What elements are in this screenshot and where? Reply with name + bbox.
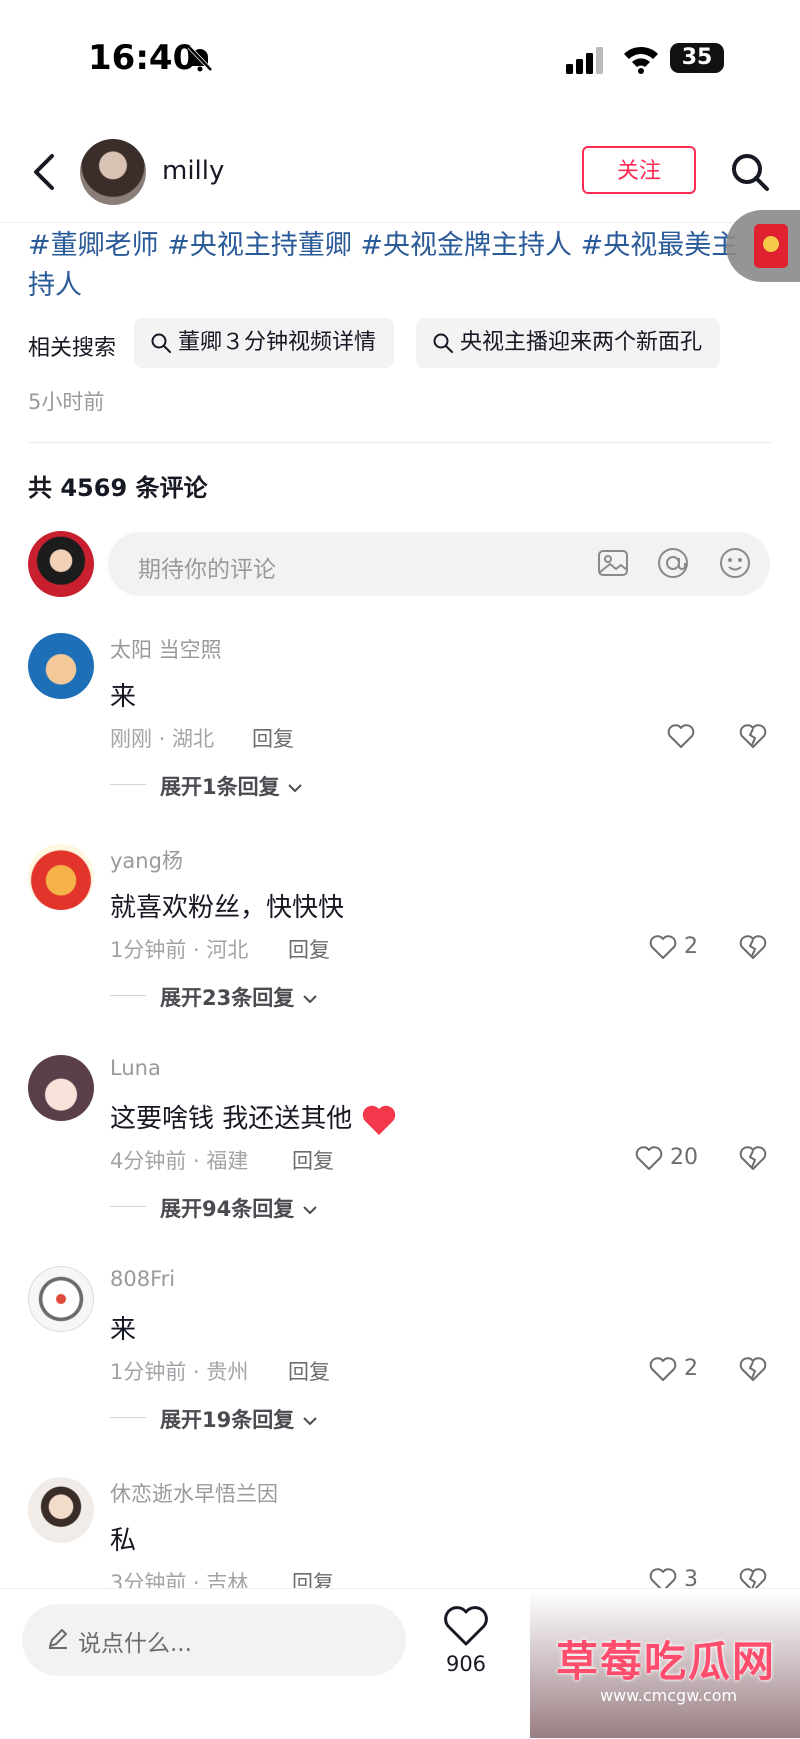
expand-replies-label: 展开23条回复 [160, 986, 295, 1010]
expand-replies-label: 展开19条回复 [160, 1408, 295, 1432]
signal-icon [566, 47, 603, 74]
related-search-label: 相关搜索 [28, 336, 117, 361]
broken-heart-icon[interactable] [738, 1354, 768, 1384]
section-divider [28, 442, 772, 443]
expand-replies-label: 展开94条回复 [160, 1197, 295, 1221]
my-avatar [28, 531, 94, 597]
watermark-url: www.cmcgw.com [600, 1686, 738, 1705]
like-count: 2 [684, 934, 698, 959]
expand-replies-label: 展开1条回复 [160, 775, 280, 799]
commenter-avatar[interactable] [28, 844, 94, 910]
commenter-name[interactable]: yang杨 [110, 845, 183, 875]
chevron-down-icon [302, 995, 317, 1004]
reply-button[interactable]: 回复 [288, 1356, 330, 1386]
commenter-avatar[interactable] [28, 1055, 94, 1121]
commenter-avatar[interactable] [28, 1266, 94, 1332]
expand-divider [110, 784, 146, 785]
comment-input-placeholder: 期待你的评论 [138, 557, 276, 583]
comment-text-content: 这要啥钱 我还送其他 [110, 1104, 353, 1134]
heart-icon[interactable] [634, 1143, 664, 1173]
heart-icon[interactable] [666, 721, 696, 751]
post-like-count: 906 [445, 1652, 487, 1676]
follow-button[interactable]: 关注 [582, 146, 696, 194]
author-avatar[interactable] [80, 139, 146, 205]
chevron-down-icon [302, 1206, 317, 1215]
chevron-down-icon [288, 784, 302, 793]
comment-meta: 1分钟前 · 贵州 [110, 1360, 249, 1384]
at-icon[interactable] [656, 546, 690, 580]
commenter-name[interactable]: Luna [110, 1056, 161, 1080]
bell-slash-icon [187, 45, 213, 72]
back-icon[interactable] [26, 150, 62, 194]
related-search-chip[interactable]: 董卿３分钟视频详情 [134, 318, 395, 368]
related-search-text: 央视主播迎来两个新面孔 [460, 330, 703, 355]
commenter-avatar[interactable] [28, 1477, 94, 1543]
expand-replies-button[interactable]: 展开23条回复 [160, 982, 318, 1012]
comment-text: 就喜欢粉丝，快快快 [110, 893, 345, 923]
comment-meta: 刚刚 · 湖北 [110, 727, 215, 751]
expand-replies-button[interactable]: 展开94条回复 [160, 1193, 318, 1223]
image-icon[interactable] [596, 546, 630, 580]
expand-divider [110, 1417, 146, 1418]
heart-icon[interactable] [442, 1604, 490, 1648]
expand-replies-button[interactable]: 展开19条回复 [160, 1404, 318, 1434]
emoji-icon[interactable] [718, 546, 752, 580]
post-hashtags[interactable]: #董卿老师 #央视主持董卿 #央视金牌主持人 #央视最美主持人 [28, 226, 748, 306]
related-search-text: 董卿３分钟视频详情 [178, 330, 377, 355]
red-heart-emoji-icon [362, 1105, 395, 1135]
reply-button[interactable]: 回复 [288, 934, 330, 964]
expand-divider [110, 995, 146, 996]
comment-text: 来 [110, 1315, 137, 1345]
comment-count: 共 4569 条评论 [28, 474, 208, 502]
commenter-name[interactable]: 休恋逝水早悟兰因 [110, 1478, 278, 1508]
expand-divider [110, 1206, 146, 1207]
author-name[interactable]: milly [162, 156, 224, 186]
wifi-icon [624, 46, 658, 74]
battery-indicator: 35 [670, 43, 724, 73]
broken-heart-icon[interactable] [738, 721, 768, 751]
expand-replies-button[interactable]: 展开1条回复 [160, 771, 303, 801]
comment-text: 私 [110, 1526, 137, 1556]
red-envelope-icon[interactable] [754, 224, 788, 268]
comment-text: 来 [110, 682, 137, 712]
pencil-icon [49, 1629, 67, 1649]
post-time: 5小时前 [28, 390, 105, 414]
header-divider [0, 222, 800, 223]
heart-icon[interactable] [648, 1354, 678, 1384]
reply-button[interactable]: 回复 [252, 723, 294, 753]
search-icon [433, 333, 453, 353]
comment-meta: 4分钟前 · 福建 [110, 1149, 249, 1173]
like-count: 20 [670, 1145, 698, 1170]
status-time: 16:40 [88, 38, 197, 78]
search-icon[interactable] [728, 150, 772, 194]
commenter-name[interactable]: 太阳 当空照 [110, 634, 222, 664]
commenter-avatar[interactable] [28, 633, 94, 699]
broken-heart-icon[interactable] [738, 1143, 768, 1173]
reply-button[interactable]: 回复 [292, 1145, 334, 1175]
watermark-title: 草莓吃瓜网 [556, 1637, 777, 1686]
comment-meta: 1分钟前 · 河北 [110, 938, 249, 962]
chevron-down-icon [302, 1417, 317, 1426]
heart-icon[interactable] [648, 932, 678, 962]
related-search-chip[interactable]: 央视主播迎来两个新面孔 [416, 318, 721, 368]
broken-heart-icon[interactable] [738, 932, 768, 962]
commenter-name[interactable]: 808Fri [110, 1267, 175, 1291]
bottom-input-placeholder: 说点什么... [78, 1631, 192, 1657]
like-count: 2 [684, 1356, 698, 1381]
search-icon [151, 333, 171, 353]
comment-text: 这要啥钱 我还送其他 [110, 1098, 397, 1137]
